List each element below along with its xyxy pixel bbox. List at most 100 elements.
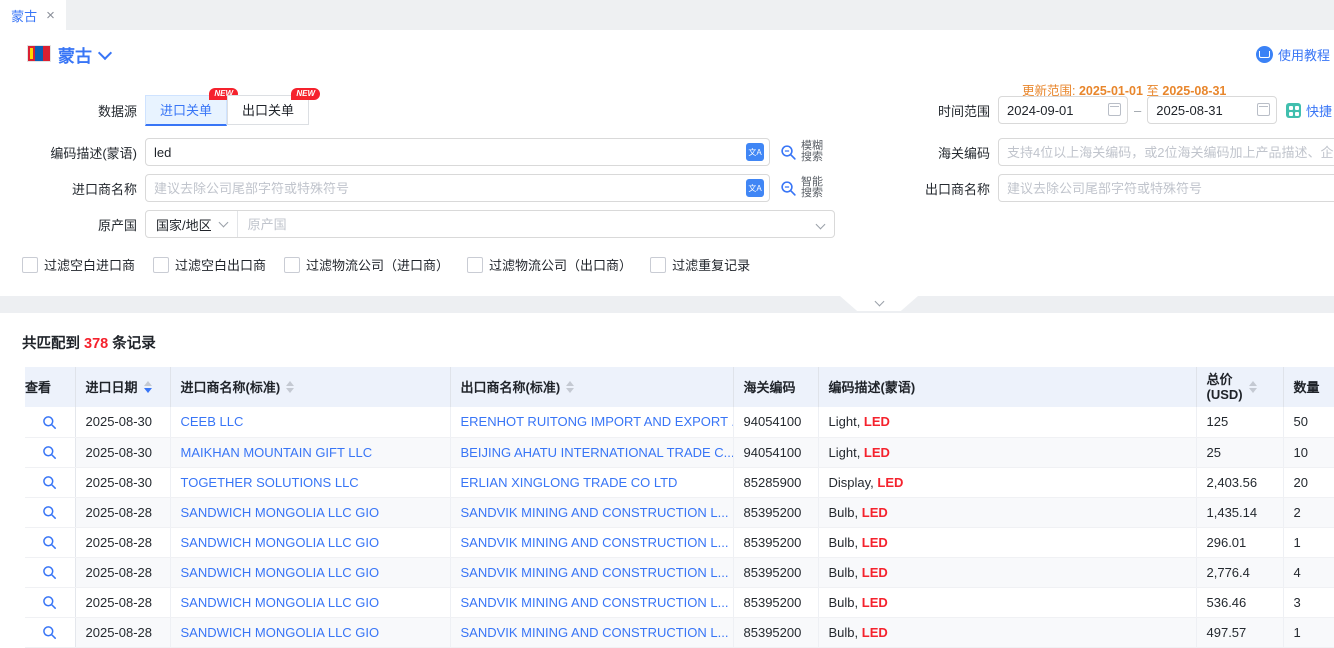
smart-search-button[interactable]: 智能搜索 [780,177,825,199]
translate-icon[interactable]: 文A [746,179,764,197]
calendar-icon[interactable] [1257,103,1270,116]
importer-link[interactable]: SANDWICH MONGOLIA LLC GIO [181,505,380,520]
filter-checkbox[interactable]: 过滤物流公司（进口商） [284,255,449,274]
filter-checkbox[interactable]: 过滤重复记录 [650,255,750,274]
table-header-row: 查看进口日期进口商名称(标准)出口商名称(标准)海关编码编码描述(蒙语)总价(U… [25,367,1334,407]
exporter-link[interactable]: SANDVIK MINING AND CONSTRUCTION L... [461,595,729,610]
origin-label: 原产国 [0,215,145,234]
view-record-button[interactable] [42,625,57,640]
tab-bar: 蒙古 × [0,0,1334,31]
app-window: 蒙古 × 蒙古 使用教程 数据源 进口关单NEW出口关单NEW 更新范围: 20… [0,0,1334,648]
checkbox-icon[interactable] [284,257,300,273]
column-header[interactable]: 进口日期 [75,367,170,407]
importer-input[interactable] [145,174,770,202]
sort-icon[interactable] [144,381,152,393]
collapse-panel-button[interactable] [840,296,918,311]
column-header[interactable]: 总价(USD) [1196,367,1283,407]
origin-region-select[interactable]: 国家/地区 [146,211,238,237]
fuzzy-search-button[interactable]: 模糊搜索 [780,141,825,163]
led-highlight: LED [862,595,888,610]
description-cell: Display, LED [818,467,1196,497]
led-highlight: LED [864,445,890,460]
column-label: 数量 [1294,380,1320,395]
importer-link[interactable]: CEEB LLC [181,414,244,429]
view-record-button[interactable] [42,565,57,580]
filter-checkbox[interactable]: 过滤物流公司（出口商） [467,255,632,274]
tutorial-label: 使用教程 [1278,45,1330,64]
importer-link[interactable]: SANDWICH MONGOLIA LLC GIO [181,595,380,610]
led-highlight: LED [877,475,903,490]
collapse-strip [0,296,1334,313]
view-record-button[interactable] [42,475,57,490]
sort-icon[interactable] [1249,381,1257,393]
importer-link[interactable]: TOGETHER SOLUTIONS LLC [181,475,359,490]
column-header[interactable]: 进口商名称(标准) [170,367,450,407]
quick-search-link[interactable]: 快捷 [1286,101,1332,120]
records-table: 查看进口日期进口商名称(标准)出口商名称(标准)海关编码编码描述(蒙语)总价(U… [25,367,1334,648]
importer-link[interactable]: SANDWICH MONGOLIA LLC GIO [181,625,380,640]
table-row: 2025-08-28SANDWICH MONGOLIA LLC GIOSANDV… [25,527,1334,557]
source-tab-label: 出口关单 [242,100,294,119]
exporter-link[interactable]: ERENHOT RUITONG IMPORT AND EXPORT ... [461,414,734,429]
total-price-cell: 2,776.4 [1196,557,1283,587]
importer-link[interactable]: SANDWICH MONGOLIA LLC GIO [181,565,380,580]
description-cell: Bulb, LED [818,527,1196,557]
book-icon [1256,46,1273,63]
importer-link[interactable]: MAIKHAN MOUNTAIN GIFT LLC [181,445,373,460]
exporter-link[interactable]: BEIJING AHATU INTERNATIONAL TRADE C... [461,445,734,460]
hs-code-cell: 85395200 [733,497,818,527]
close-icon[interactable]: × [46,8,55,23]
smart-search-label: 智能搜索 [801,177,825,199]
data-source-row: 数据源 进口关单NEW出口关单NEW [0,96,309,124]
chevron-down-icon[interactable] [817,215,834,233]
code-desc-label: 编码描述(蒙语) [0,143,145,162]
quick-icon [1286,103,1301,118]
filter-checkbox[interactable]: 过滤空白进口商 [22,255,135,274]
column-label: 编码描述(蒙语) [829,380,916,395]
origin-input[interactable] [238,217,817,232]
exporter-link[interactable]: SANDVIK MINING AND CONSTRUCTION L... [461,535,729,550]
checkbox-icon[interactable] [22,257,38,273]
time-range-label: 时间范围 [906,101,998,120]
importer-link[interactable]: SANDWICH MONGOLIA LLC GIO [181,535,380,550]
origin-row: 原产国 国家/地区 [0,210,835,238]
column-label: 出口商名称(标准) [461,380,561,395]
tutorial-link[interactable]: 使用教程 [1256,45,1330,64]
hs-code-cell: 85285900 [733,467,818,497]
checkbox-label: 过滤空白出口商 [175,255,266,274]
code-desc-input[interactable] [145,138,770,166]
country-title[interactable]: 蒙古 [58,42,92,67]
table-row: 2025-08-28SANDWICH MONGOLIA LLC GIOSANDV… [25,587,1334,617]
table-row: 2025-08-30TOGETHER SOLUTIONS LLCERLIAN X… [25,467,1334,497]
chevron-down-icon[interactable] [98,46,112,60]
exporter-link[interactable]: ERLIAN XINGLONG TRADE CO LTD [461,475,678,490]
column-label: 海关编码 [744,380,796,395]
view-record-button[interactable] [42,535,57,550]
exporter-link[interactable]: SANDVIK MINING AND CONSTRUCTION L... [461,625,729,640]
total-price-cell: 125 [1196,407,1283,437]
view-record-button[interactable] [42,595,57,610]
source-tab[interactable]: 进口关单NEW [145,95,227,126]
total-price-cell: 536.46 [1196,587,1283,617]
sort-icon[interactable] [286,381,294,393]
checkbox-icon[interactable] [153,257,169,273]
code-desc-box: 文A [145,138,770,166]
view-record-button[interactable] [42,505,57,520]
translate-icon[interactable]: 文A [746,143,764,161]
tab-mongolia[interactable]: 蒙古 × [0,0,66,30]
exporter-input[interactable] [998,174,1334,202]
exporter-link[interactable]: SANDVIK MINING AND CONSTRUCTION L... [461,505,729,520]
calendar-icon[interactable] [1108,103,1121,116]
origin-select-value: 国家/地区 [156,215,212,234]
column-header[interactable]: 出口商名称(标准) [450,367,733,407]
checkbox-icon[interactable] [650,257,666,273]
exporter-link[interactable]: SANDVIK MINING AND CONSTRUCTION L... [461,565,729,580]
table-row: 2025-08-28SANDWICH MONGOLIA LLC GIOSANDV… [25,557,1334,587]
sort-icon[interactable] [566,381,574,393]
checkbox-icon[interactable] [467,257,483,273]
view-record-button[interactable] [42,445,57,460]
source-tab[interactable]: 出口关单NEW [227,95,309,125]
customs-code-input[interactable] [998,138,1334,166]
filter-checkbox[interactable]: 过滤空白出口商 [153,255,266,274]
view-record-button[interactable] [42,415,57,430]
